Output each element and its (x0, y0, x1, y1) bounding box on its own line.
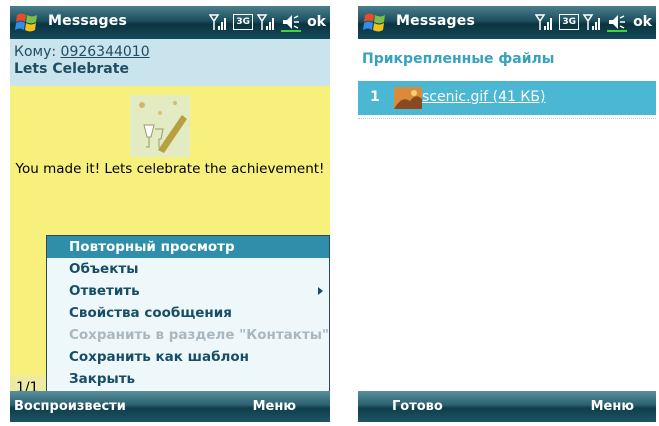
softkey-menu[interactable]: Меню (591, 399, 634, 414)
3g-icon: 3G (233, 14, 254, 30)
windows-start-icon[interactable] (360, 9, 390, 36)
recipient-number[interactable]: 0926344010 (61, 44, 150, 60)
attachment-row[interactable]: 1 scenic.gif (41 КБ) (358, 81, 656, 115)
windows-start-icon[interactable] (12, 9, 42, 36)
attachment-name[interactable]: scenic.gif (41 КБ) (422, 89, 545, 105)
celebration-picture (130, 95, 190, 157)
list-divider (358, 118, 656, 119)
menu-item-reply-label: Ответить (69, 283, 140, 299)
image-file-icon (394, 87, 422, 109)
attachment-index: 1 (370, 89, 380, 105)
menu-item-message-properties[interactable]: Свойства сообщения (47, 302, 329, 324)
attachments-screen: Messages 3G ok Прикрепленные файлы 1 sce… (358, 6, 656, 422)
softkey-menu[interactable]: Меню (253, 399, 296, 414)
status-icons: 3G ok (535, 11, 652, 33)
softkey-bar: Готово Меню (358, 391, 656, 422)
menu-item-save-to-contacts: Сохранить в разделе "Контакты" (69, 327, 330, 343)
menu-item-objects[interactable]: Объекты (47, 258, 329, 280)
title-bar: Messages 3G ok (10, 6, 330, 39)
title-bar: Messages 3G ok (358, 6, 656, 39)
attachments-header: Прикрепленные файлы (362, 51, 555, 67)
submenu-arrow-icon (318, 287, 323, 295)
to-label: Кому: (14, 44, 61, 60)
signal-icon (583, 14, 601, 30)
menu-item-save-as-template[interactable]: Сохранить как шаблон (47, 346, 329, 368)
app-title: Messages (396, 13, 475, 29)
ok-button[interactable]: ok (633, 14, 652, 30)
ok-button[interactable]: ok (307, 14, 326, 30)
recipient-line: Кому: 0926344010 (14, 44, 150, 60)
softkey-play[interactable]: Воспроизвести (14, 399, 126, 414)
signal-icon (535, 14, 553, 30)
menu-item-reply[interactable]: Ответить (47, 280, 329, 302)
signal-icon (209, 14, 227, 30)
message-header: Кому: 0926344010 Lets Celebrate (10, 39, 330, 86)
app-title: Messages (48, 13, 127, 29)
context-menu: Повторный просмотр Объекты Ответить Свой… (46, 235, 330, 392)
softkey-bar: Воспроизвести Меню (10, 391, 330, 422)
status-icons: 3G ok (209, 11, 326, 33)
signal-icon (257, 14, 275, 30)
3g-icon: 3G (559, 14, 580, 30)
message-view-screen: Messages 3G ok Кому: 0926344010 Lets Cel… (10, 6, 330, 422)
softkey-done[interactable]: Готово (392, 399, 443, 414)
speaker-icon[interactable] (281, 12, 302, 32)
message-subject: Lets Celebrate (14, 61, 129, 77)
message-text: You made it! Lets celebrate the achievem… (15, 161, 325, 177)
menu-item-replay[interactable]: Повторный просмотр (47, 236, 329, 258)
speaker-icon[interactable] (607, 12, 628, 32)
menu-item-close[interactable]: Закрыть (47, 368, 329, 390)
